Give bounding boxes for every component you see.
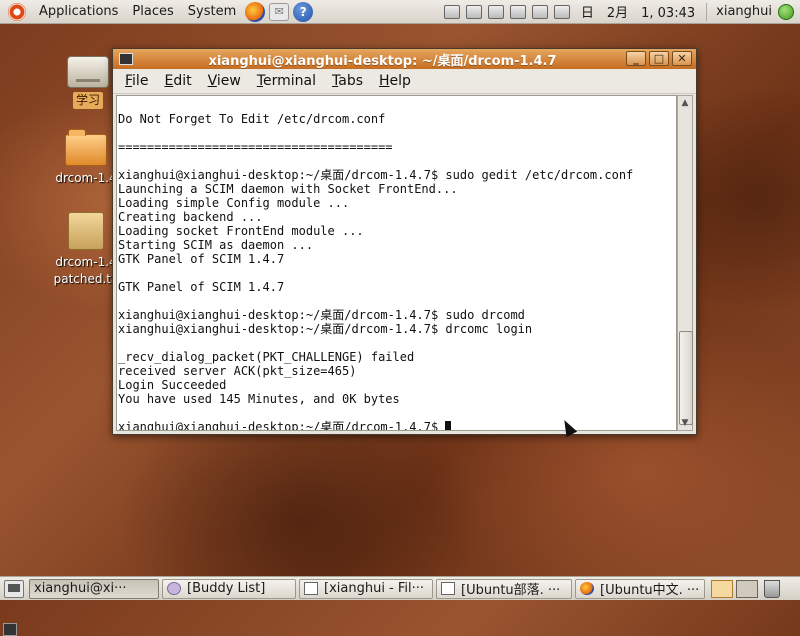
- top-panel: Applications Places System ✉ ? 日 2月 1, 0…: [0, 0, 800, 24]
- taskbar-item-buddy-list[interactable]: [Buddy List]: [162, 578, 296, 599]
- window-controls: _ □ ✕: [623, 51, 692, 66]
- user-status-icon[interactable]: [778, 3, 794, 20]
- terminal-line: received server ACK(pkt_size=465): [118, 364, 357, 378]
- archive-icon: [68, 212, 104, 250]
- close-button[interactable]: ✕: [672, 51, 692, 66]
- minimize-button[interactable]: _: [626, 51, 646, 66]
- user-switcher[interactable]: xianghui: [710, 4, 778, 19]
- desktop-icon-label: 学习: [72, 92, 103, 109]
- terminal-line: xianghui@xianghui-desktop:~/桌面/drcom-1.4…: [118, 420, 676, 430]
- workspace-2[interactable]: [736, 579, 758, 598]
- taskbar-item-ubuntu-cn[interactable]: [Ubuntu中文. ···: [575, 578, 705, 599]
- terminal-line: Launching a SCIM daemon with Socket Fron…: [118, 182, 458, 196]
- terminal-line: GTK Panel of SCIM 1.4.7: [118, 280, 285, 294]
- taskbar-item-terminal[interactable]: xianghui@xi···: [3, 578, 159, 636]
- page-icon: [441, 582, 455, 595]
- terminal-line: You have used 145 Minutes, and 0K bytes: [118, 392, 400, 406]
- terminal-icon[interactable]: [119, 53, 133, 65]
- terminal-line: Do Not Forget To Edit /etc/drcom.conf: [118, 112, 386, 126]
- vertical-scrollbar[interactable]: ▲ ▼: [677, 95, 693, 431]
- drive-icon: [67, 56, 109, 88]
- terminal-line: xianghui@xianghui-desktop:~/桌面/drcom-1.4…: [118, 308, 525, 322]
- terminal-line: GTK Panel of SCIM 1.4.7: [118, 252, 285, 266]
- window-titlebar[interactable]: xianghui@xianghui-desktop: ~/桌面/drcom-1.…: [113, 49, 696, 69]
- buddy-icon: [167, 582, 181, 595]
- printer-icon[interactable]: [509, 4, 526, 19]
- trash-icon[interactable]: [764, 579, 780, 598]
- desktop-icon-study[interactable]: 学习: [56, 56, 120, 109]
- menu-system[interactable]: System: [181, 0, 243, 24]
- menu-view[interactable]: View: [200, 73, 249, 89]
- show-desktop-button[interactable]: [4, 579, 24, 598]
- panel-separator: [706, 2, 708, 21]
- menu-help[interactable]: Help: [371, 73, 419, 89]
- scroll-up-arrow-icon[interactable]: ▲: [678, 96, 692, 110]
- desktop-icon-label: drcom-1.4: [55, 171, 117, 185]
- terminal-line: Loading socket FrontEnd module ...: [118, 224, 364, 238]
- folder-icon: [65, 129, 107, 166]
- mail-launcher-icon[interactable]: ✉: [269, 2, 290, 21]
- terminal-line: Login Succeeded: [118, 378, 227, 392]
- desktop-icon-label: patched.ta: [53, 272, 119, 286]
- terminal-line: _recv_dialog_packet(PKT_CHALLENGE) faile…: [118, 350, 415, 364]
- disk-icon[interactable]: [487, 4, 504, 19]
- terminal-line: Starting SCIM as daemon ...: [118, 238, 314, 252]
- clock[interactable]: 日 2月 1, 03:43: [573, 2, 703, 21]
- file-icon: [304, 582, 318, 595]
- firefox-launcher-icon[interactable]: [245, 1, 266, 22]
- taskbar-item-file-browser[interactable]: [xianghui - Fil···: [299, 578, 433, 599]
- terminal-line: xianghui@xianghui-desktop:~/桌面/drcom-1.4…: [118, 168, 634, 182]
- menu-terminal[interactable]: Terminal: [249, 73, 324, 89]
- window-title: xianghui@xianghui-desktop: ~/桌面/drcom-1.…: [208, 53, 557, 69]
- menu-edit[interactable]: Edit: [156, 73, 199, 89]
- terminal-line: Loading simple Config module ...: [118, 196, 350, 210]
- menu-applications[interactable]: Applications: [32, 0, 125, 24]
- monitor-icon[interactable]: [465, 4, 482, 19]
- scrollbar-thumb[interactable]: [679, 331, 693, 425]
- help-launcher-icon[interactable]: ?: [293, 1, 314, 22]
- terminal-line: ======================================: [118, 140, 393, 154]
- taskbar-item-ubuntu-buluo[interactable]: [Ubuntu部落. ···: [436, 578, 572, 599]
- firefox-icon: [580, 582, 594, 595]
- system-tray: 日 2月 1, 03:43 xianghui: [441, 2, 800, 21]
- menu-file[interactable]: File: [117, 73, 156, 89]
- terminal-window: xianghui@xianghui-desktop: ~/桌面/drcom-1.…: [112, 48, 697, 435]
- scroll-down-arrow-icon[interactable]: ▼: [678, 416, 692, 430]
- terminal-line: Creating backend ...: [118, 210, 263, 224]
- terminal-menubar: File Edit View Terminal Tabs Help: [113, 69, 696, 94]
- terminal-output[interactable]: Do Not Forget To Edit /etc/drcom.conf ===…: [116, 95, 677, 431]
- terminal-text: Do Not Forget To Edit /etc/drcom.conf ===…: [117, 96, 676, 430]
- desktop-icon-label: drcom-1.4: [55, 255, 117, 269]
- keyboard-icon[interactable]: [531, 4, 548, 19]
- ubuntu-logo-icon[interactable]: [8, 2, 26, 21]
- network-status-icon[interactable]: [443, 4, 460, 19]
- text-cursor: [445, 421, 452, 430]
- menu-tabs[interactable]: Tabs: [324, 73, 371, 89]
- bottom-panel: xianghui@xi··· [Buddy List] [xianghui - …: [0, 576, 800, 636]
- volume-icon[interactable]: [553, 4, 570, 19]
- maximize-button[interactable]: □: [649, 51, 669, 66]
- menu-places[interactable]: Places: [125, 0, 180, 24]
- workspace-1[interactable]: [711, 579, 733, 598]
- terminal-line: xianghui@xianghui-desktop:~/桌面/drcom-1.4…: [118, 322, 533, 336]
